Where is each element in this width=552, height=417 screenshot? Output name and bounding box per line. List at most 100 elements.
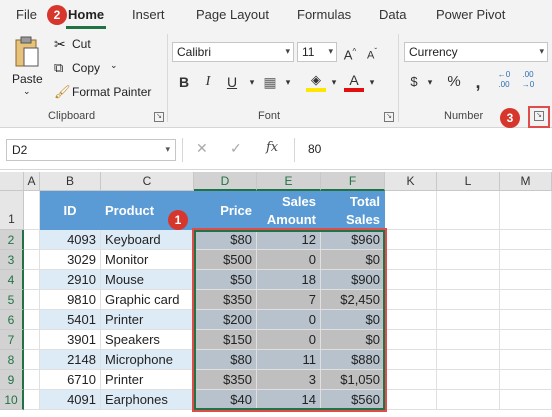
underline-icon[interactable]: U — [222, 72, 242, 92]
row-header[interactable]: 3 — [0, 250, 24, 270]
cell-k1[interactable] — [385, 191, 437, 230]
cell-total-sales[interactable]: $560 — [321, 390, 385, 410]
cell-m[interactable] — [500, 350, 552, 370]
cell-sales-amount[interactable]: 0 — [257, 250, 321, 270]
cancel-icon[interactable]: ✕ — [196, 140, 208, 157]
cut-button[interactable]: ✂ Cut — [54, 36, 114, 54]
font-family-select[interactable]: Calibri ▾ — [172, 42, 294, 62]
row-header[interactable]: 7 — [0, 330, 24, 350]
cell-a1[interactable] — [24, 191, 40, 230]
column-header-k[interactable]: K — [385, 172, 437, 191]
paste-button[interactable]: Paste ⌄ — [10, 36, 44, 102]
cell-a[interactable] — [24, 250, 40, 270]
worksheet-grid[interactable]: A B C D E F K L M 1 ID Product Price Sal… — [0, 170, 552, 417]
cell-id[interactable]: 5401 — [40, 310, 101, 330]
italic-icon[interactable]: I — [198, 72, 218, 92]
cell-l[interactable] — [437, 350, 500, 370]
chevron-down-icon[interactable]: ▾ — [362, 72, 382, 92]
chevron-down-icon[interactable]: ▾ — [420, 72, 440, 92]
formula-input[interactable]: 80 — [296, 139, 552, 161]
number-dialog-launcher-icon[interactable]: ↘ — [534, 111, 544, 121]
column-header-a[interactable]: A — [24, 172, 40, 191]
cell-l[interactable] — [437, 330, 500, 350]
bold-icon[interactable]: B — [174, 72, 194, 92]
increase-decimal-icon[interactable]: ←0.00 — [494, 70, 514, 90]
cell-a[interactable] — [24, 370, 40, 390]
cell-a[interactable] — [24, 230, 40, 250]
row-header[interactable]: 6 — [0, 310, 24, 330]
cell-m[interactable] — [500, 330, 552, 350]
cell-price[interactable]: $80 — [194, 350, 257, 370]
cell-m[interactable] — [500, 230, 552, 250]
row-header[interactable]: 4 — [0, 270, 24, 290]
cell-k[interactable] — [385, 370, 437, 390]
cell-price[interactable]: $500 — [194, 250, 257, 270]
cell-a[interactable] — [24, 350, 40, 370]
chevron-down-icon[interactable]: ▾ — [278, 72, 298, 92]
cell-sales-amount[interactable]: 14 — [257, 390, 321, 410]
decrease-decimal-icon[interactable]: .00 →0 — [518, 70, 538, 90]
tab-home[interactable]: Home — [68, 7, 104, 22]
cell-id[interactable]: 6710 — [40, 370, 101, 390]
cell-l[interactable] — [437, 250, 500, 270]
cell-product[interactable]: Printer — [101, 310, 194, 330]
cell-id[interactable]: 9810 — [40, 290, 101, 310]
header-total-sales[interactable]: Total Sales — [321, 191, 385, 230]
cell-total-sales[interactable]: $960 — [321, 230, 385, 250]
cell-product[interactable]: Mouse — [101, 270, 194, 290]
cell-product[interactable]: Keyboard — [101, 230, 194, 250]
column-header-d[interactable]: D — [194, 172, 257, 191]
cell-product[interactable]: Monitor — [101, 250, 194, 270]
row-header[interactable]: 5 — [0, 290, 24, 310]
cell-total-sales[interactable]: $0 — [321, 310, 385, 330]
cell-l[interactable] — [437, 290, 500, 310]
cell-a[interactable] — [24, 330, 40, 350]
cell-price[interactable]: $350 — [194, 290, 257, 310]
column-header-l[interactable]: L — [437, 172, 500, 191]
insert-function-icon[interactable]: fx — [266, 140, 278, 155]
cell-m[interactable] — [500, 250, 552, 270]
cell-id[interactable]: 4093 — [40, 230, 101, 250]
font-size-select[interactable]: 11 ▾ — [297, 42, 337, 62]
cell-l1[interactable] — [437, 191, 500, 230]
cell-price[interactable]: $350 — [194, 370, 257, 390]
clipboard-dialog-launcher-icon[interactable]: ↘ — [154, 112, 164, 122]
cell-l[interactable] — [437, 390, 500, 410]
cell-total-sales[interactable]: $900 — [321, 270, 385, 290]
tab-data[interactable]: Data — [379, 7, 406, 22]
name-box[interactable]: D2 ▾ — [6, 139, 176, 161]
tab-power-pivot[interactable]: Power Pivot — [436, 7, 505, 22]
cell-price[interactable]: $80 — [194, 230, 257, 250]
cell-product[interactable]: Earphones — [101, 390, 194, 410]
tab-insert[interactable]: Insert — [132, 7, 165, 22]
cell-m[interactable] — [500, 290, 552, 310]
cell-m[interactable] — [500, 310, 552, 330]
cell-l[interactable] — [437, 310, 500, 330]
tab-file[interactable]: File — [16, 7, 37, 22]
cell-m[interactable] — [500, 390, 552, 410]
cell-sales-amount[interactable]: 0 — [257, 330, 321, 350]
font-dialog-launcher-icon[interactable]: ↘ — [384, 112, 394, 122]
cell-total-sales[interactable]: $1,050 — [321, 370, 385, 390]
cell-total-sales[interactable]: $0 — [321, 250, 385, 270]
cell-a[interactable] — [24, 290, 40, 310]
fill-color-icon[interactable]: ◈ — [306, 70, 326, 92]
cell-price[interactable]: $200 — [194, 310, 257, 330]
chevron-down-icon[interactable]: ▾ — [242, 72, 262, 92]
increase-font-size-icon[interactable]: A^ — [340, 42, 360, 62]
enter-icon[interactable]: ✓ — [230, 140, 242, 157]
cell-l[interactable] — [437, 230, 500, 250]
cell-total-sales[interactable]: $880 — [321, 350, 385, 370]
cell-id[interactable]: 3029 — [40, 250, 101, 270]
header-price[interactable]: Price — [194, 191, 257, 230]
borders-icon[interactable]: ▦ — [260, 72, 280, 92]
select-all-corner[interactable] — [0, 172, 24, 191]
cell-k[interactable] — [385, 330, 437, 350]
cell-a[interactable] — [24, 310, 40, 330]
cell-k[interactable] — [385, 250, 437, 270]
tab-page-layout[interactable]: Page Layout — [196, 7, 269, 22]
column-header-c[interactable]: C — [101, 172, 194, 191]
cell-m[interactable] — [500, 370, 552, 390]
column-header-f[interactable]: F — [321, 172, 385, 191]
cell-k[interactable] — [385, 350, 437, 370]
